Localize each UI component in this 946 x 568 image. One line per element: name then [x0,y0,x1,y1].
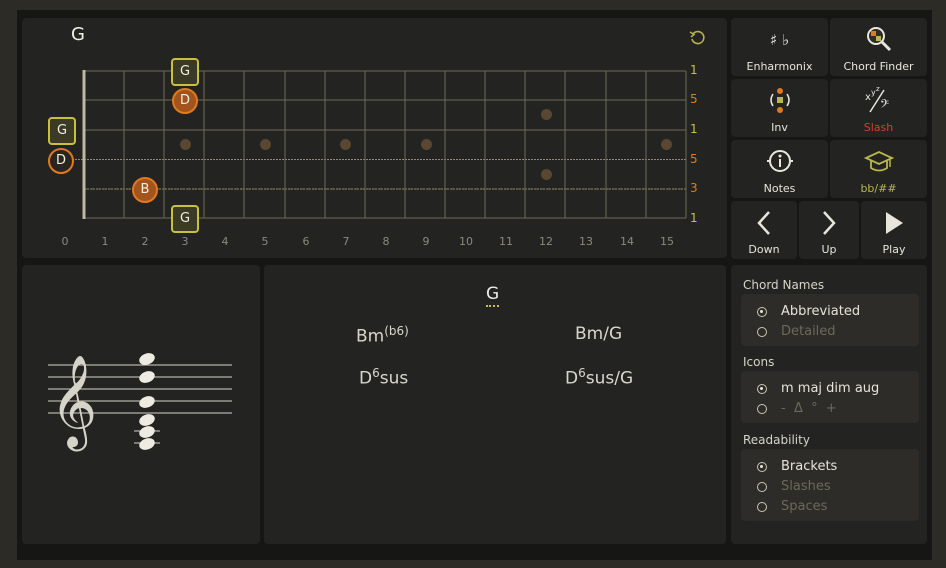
chord-root: G [486,284,500,307]
option-slashes[interactable]: Slashes [757,479,831,494]
graduation-cap-icon [830,147,927,177]
fret-marker [340,139,351,150]
fret-number: 10 [459,235,473,248]
fret-marker [661,139,672,150]
slash-button[interactable]: x y z 𝄢 Slash [830,79,927,137]
note-fifth[interactable]: D [172,88,198,114]
string-interval: 1 [690,63,698,77]
enharmonix-button[interactable]: ♯ ♭ Enharmonix [731,18,828,76]
inversion-button[interactable]: Inv [731,79,828,137]
readability-section-title: Readability [743,433,810,447]
fret-marker [260,139,271,150]
staff-notation: 𝄞 [48,353,232,451]
option-icons-symbols[interactable]: - Δ ° + [757,401,837,416]
radio-selected[interactable] [757,461,767,472]
fret-number: 14 [620,235,634,248]
string-interval: 3 [690,181,698,195]
radio-selected[interactable] [757,306,767,317]
fret-number: 1 [101,235,109,248]
fret-number: 6 [302,235,310,248]
option-spaces[interactable]: Spaces [757,499,827,514]
play-button[interactable]: Play [861,201,927,259]
fret-number: 0 [61,235,69,248]
fret-number: 13 [579,235,593,248]
option-abbreviated[interactable]: Abbreviated [757,304,860,319]
fret-number: 2 [141,235,149,248]
inversion-icon [731,86,828,116]
svg-text:z: z [876,86,880,93]
fret-number: 7 [342,235,350,248]
icons-section-title: Icons [743,355,775,369]
magnifier-icon [830,25,927,55]
bb-sharp-button[interactable]: bb/## [830,140,927,198]
chord-name[interactable]: D6sus [359,366,408,389]
chord-name[interactable]: Bm/G [575,324,622,344]
fret-number: 9 [422,235,430,248]
fret-number: 4 [221,235,229,248]
play-icon [861,208,927,238]
icons-options: m maj dim aug - Δ ° + [741,371,919,423]
chevron-right-icon [799,208,859,238]
note-third[interactable]: B [132,177,158,203]
readability-options: Brackets Slashes Spaces [741,449,919,521]
down-button[interactable]: Down [731,201,797,259]
string-interval: 1 [690,211,698,225]
info-icon [731,147,828,177]
option-icons-text[interactable]: m maj dim aug [757,381,879,396]
string-interval: 5 [690,92,698,106]
fret-marker [421,139,432,150]
note-root[interactable]: G [171,205,199,233]
option-detailed[interactable]: Detailed [757,324,836,339]
treble-clef-icon: 𝄞 [50,354,97,451]
radio-unselected[interactable] [757,481,767,492]
fret-number: 5 [261,235,269,248]
option-brackets[interactable]: Brackets [757,459,837,474]
fret-marker [541,109,552,120]
chord-name[interactable]: Bm(b6) [356,324,409,347]
chevron-left-icon [731,208,797,238]
fret-number: 3 [181,235,189,248]
slash-icon: x y z 𝄢 [830,86,927,116]
fret-marker [180,139,191,150]
chord-names-options: Abbreviated Detailed [741,294,919,346]
radio-unselected[interactable] [757,403,767,414]
svg-text:𝄢: 𝄢 [880,98,889,114]
fret-number: 15 [660,235,674,248]
chord-name[interactable]: D6sus/G [565,366,633,389]
radio-unselected[interactable] [757,326,767,337]
fret-number: 11 [499,235,513,248]
note-root[interactable]: G [171,58,199,86]
fret-number: 8 [382,235,390,248]
radio-selected[interactable] [757,383,767,394]
notes-button[interactable]: Notes [731,140,828,198]
note-root[interactable]: G [48,117,76,145]
sharp-flat-icon: ♯ ♭ [769,31,790,49]
fret-number: 12 [539,235,553,248]
string-interval: 5 [690,152,698,166]
string-interval: 1 [690,122,698,136]
fret-marker [541,169,552,180]
chord-finder-button[interactable]: Chord Finder [830,18,927,76]
up-button[interactable]: Up [799,201,859,259]
chord-names-section-title: Chord Names [743,278,825,292]
radio-unselected[interactable] [757,501,767,512]
note-fifth[interactable]: D [48,148,74,174]
